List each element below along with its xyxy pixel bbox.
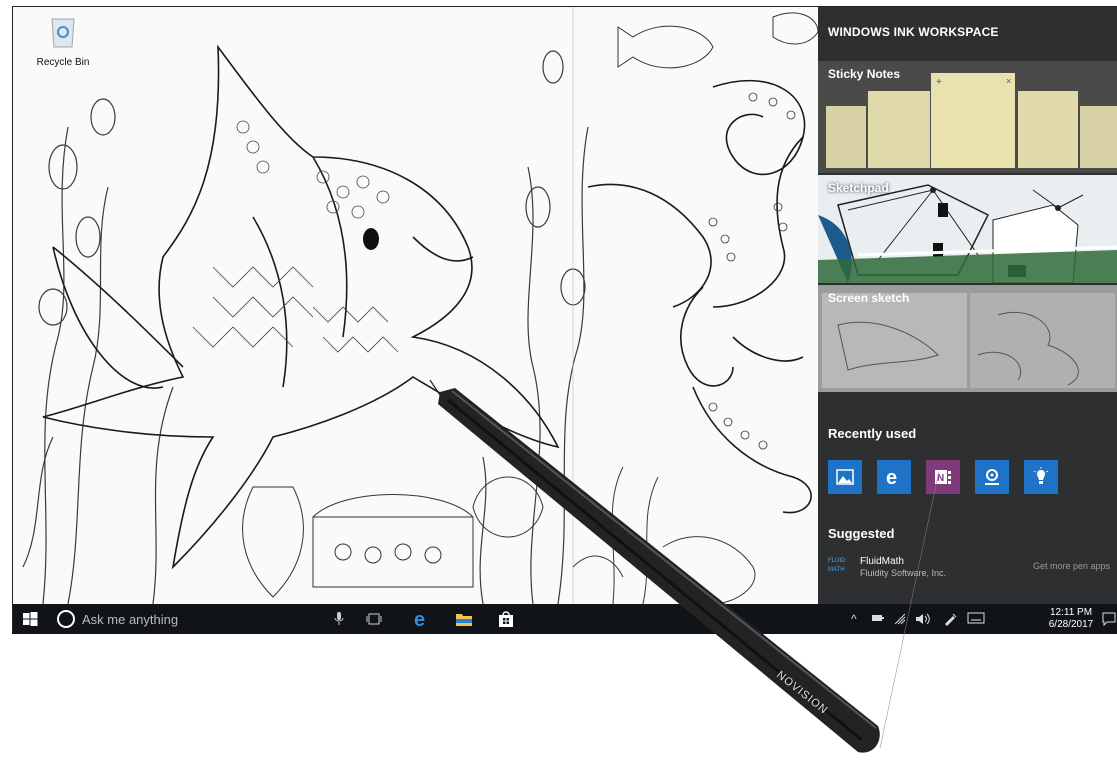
fluidmath-logo-line1: FLUID — [828, 558, 846, 564]
start-button[interactable] — [21, 610, 39, 628]
tile-sketchpad[interactable]: Sketchpad — [818, 175, 1117, 283]
touch-keyboard-icon[interactable] — [967, 612, 985, 624]
recently-used-heading: Recently used — [828, 426, 917, 441]
taskbar-clock[interactable]: 12:11 PM 6/28/2017 — [1036, 607, 1106, 631]
taskbar: Ask me anything e ^ 12:11 PM 6/28/2017 — [13, 604, 1117, 634]
recycle-bin[interactable]: Recycle Bin — [35, 15, 91, 68]
pen-brand-label: NOVISION — [774, 669, 830, 717]
svg-text:e: e — [414, 609, 425, 629]
task-view-icon — [366, 613, 382, 625]
chevron-up-icon[interactable]: ^ — [851, 612, 857, 626]
recent-app-photos[interactable] — [828, 460, 862, 494]
wifi-icon[interactable] — [893, 612, 907, 626]
fluidmath-logo: FLUID MATH — [828, 557, 854, 577]
recycle-bin-label: Recycle Bin — [36, 57, 90, 68]
svg-text:+: + — [936, 77, 942, 88]
search-placeholder: Ask me anything — [82, 611, 179, 627]
photos-icon — [836, 469, 854, 485]
taskbar-edge-button[interactable]: e — [411, 608, 433, 630]
tile-sticky-notes-label: Sticky Notes — [828, 67, 901, 81]
volume-icon[interactable] — [915, 612, 931, 626]
tile-screen-sketch[interactable]: Screen sketch — [818, 285, 1117, 392]
task-view-button[interactable] — [363, 608, 385, 630]
suggested-heading: Suggested — [828, 526, 895, 541]
windows-logo-icon — [23, 612, 38, 626]
taskbar-store-button[interactable] — [495, 608, 517, 630]
suggested-app-name: FluidMath — [860, 556, 904, 567]
clock-date: 6/28/2017 — [1048, 619, 1094, 630]
recent-app-maps[interactable] — [975, 460, 1009, 494]
suggested-app-developer: Fluidity Software, Inc. — [860, 568, 947, 578]
fluidmath-logo-line2: MATH — [828, 567, 845, 573]
clock-time: 12:11 PM — [1049, 607, 1093, 618]
file-explorer-icon — [456, 614, 472, 626]
tile-sticky-notes[interactable]: Sticky Notes + × — [818, 61, 1117, 173]
battery-icon[interactable] — [871, 612, 885, 624]
ink-workspace-title: WINDOWS INK WORKSPACE — [828, 25, 999, 39]
onenote-icon: N — [935, 470, 951, 484]
cortana-icon — [57, 610, 75, 628]
edge-icon: e — [886, 467, 897, 487]
store-icon — [499, 611, 513, 627]
recent-app-tips[interactable] — [1024, 460, 1058, 494]
pen-workspace-icon[interactable] — [943, 612, 957, 626]
maps-icon — [985, 469, 999, 485]
tile-sketchpad-label: Sketchpad — [828, 181, 889, 195]
mic-icon[interactable] — [334, 612, 344, 626]
tile-screen-sketch-label: Screen sketch — [828, 291, 910, 305]
cortana-search-box[interactable]: Ask me anything — [57, 604, 337, 634]
ink-workspace-panel: WINDOWS INK WORKSPACE Sticky Notes + × S… — [818, 7, 1117, 604]
recent-app-onenote[interactable]: N — [926, 460, 960, 494]
tips-icon — [1033, 467, 1049, 484]
tablet-screen: Recycle Bin WINDOWS INK WORKSPACE Sticky… — [12, 6, 1117, 634]
suggested-app-fluidmath[interactable]: FLUID MATH FluidMath Fluidity Software, … — [828, 556, 1117, 580]
recent-app-edge[interactable]: e — [877, 460, 911, 494]
action-center-icon[interactable] — [1102, 612, 1116, 626]
edge-icon: e — [414, 609, 425, 629]
get-more-pen-apps-link[interactable]: Get more pen apps — [1033, 561, 1110, 571]
svg-text:e: e — [886, 467, 897, 487]
svg-text:N: N — [937, 473, 944, 484]
taskbar-file-explorer-button[interactable] — [453, 608, 475, 630]
recycle-bin-icon — [51, 18, 75, 48]
svg-text:×: × — [1006, 76, 1011, 86]
